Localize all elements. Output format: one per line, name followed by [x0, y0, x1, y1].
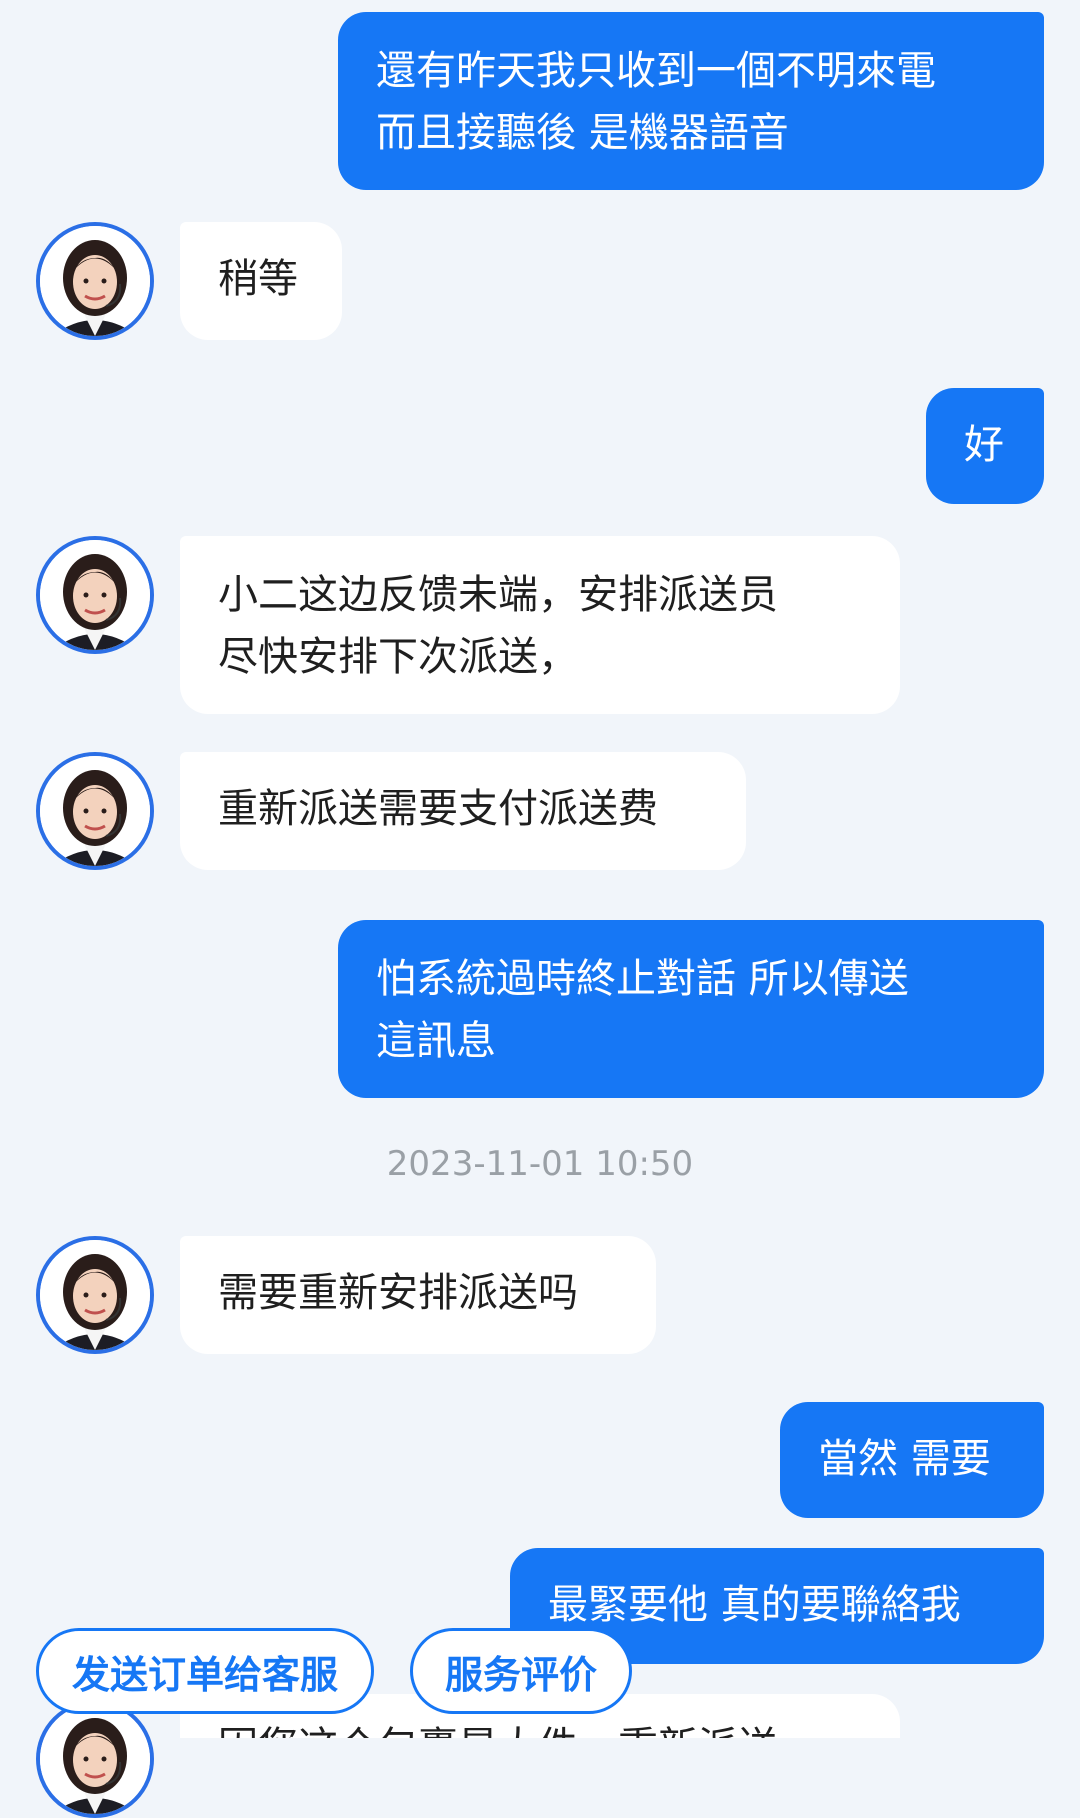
message-bubble-outgoing: 怕系統過時終止對話 所以傳送 這訊息 [338, 920, 1044, 1098]
message-bubble-incoming: 稍等 [180, 222, 342, 340]
message-bubble-outgoing: 當然 需要 [780, 1402, 1044, 1518]
agent-avatar [36, 1236, 154, 1354]
agent-avatar-icon [40, 540, 150, 650]
message-bubble-incoming: 重新派送需要支付派送费 [180, 752, 746, 870]
agent-avatar [36, 1700, 154, 1818]
message-bubble-incoming: 小二这边反馈未端，安排派送员 尽快安排下次派送， [180, 536, 900, 714]
agent-avatar-icon [40, 226, 150, 336]
send-order-to-service-button[interactable]: 发送订单给客服 [36, 1628, 374, 1714]
agent-avatar-icon [40, 1240, 150, 1350]
message-timestamp: 2023-11-01 10:50 [386, 1144, 694, 1184]
message-bubble-outgoing: 好 [926, 388, 1044, 504]
agent-avatar [36, 222, 154, 340]
agent-avatar-icon [40, 756, 150, 866]
service-rating-button[interactable]: 服务评价 [410, 1628, 632, 1714]
agent-avatar [36, 752, 154, 870]
agent-avatar-icon [40, 1704, 150, 1814]
message-bubble-outgoing: 還有昨天我只收到一個不明來電 而且接聽後 是機器語音 [338, 12, 1044, 190]
agent-avatar [36, 536, 154, 654]
message-bubble-incoming: 需要重新安排派送吗 [180, 1236, 656, 1354]
